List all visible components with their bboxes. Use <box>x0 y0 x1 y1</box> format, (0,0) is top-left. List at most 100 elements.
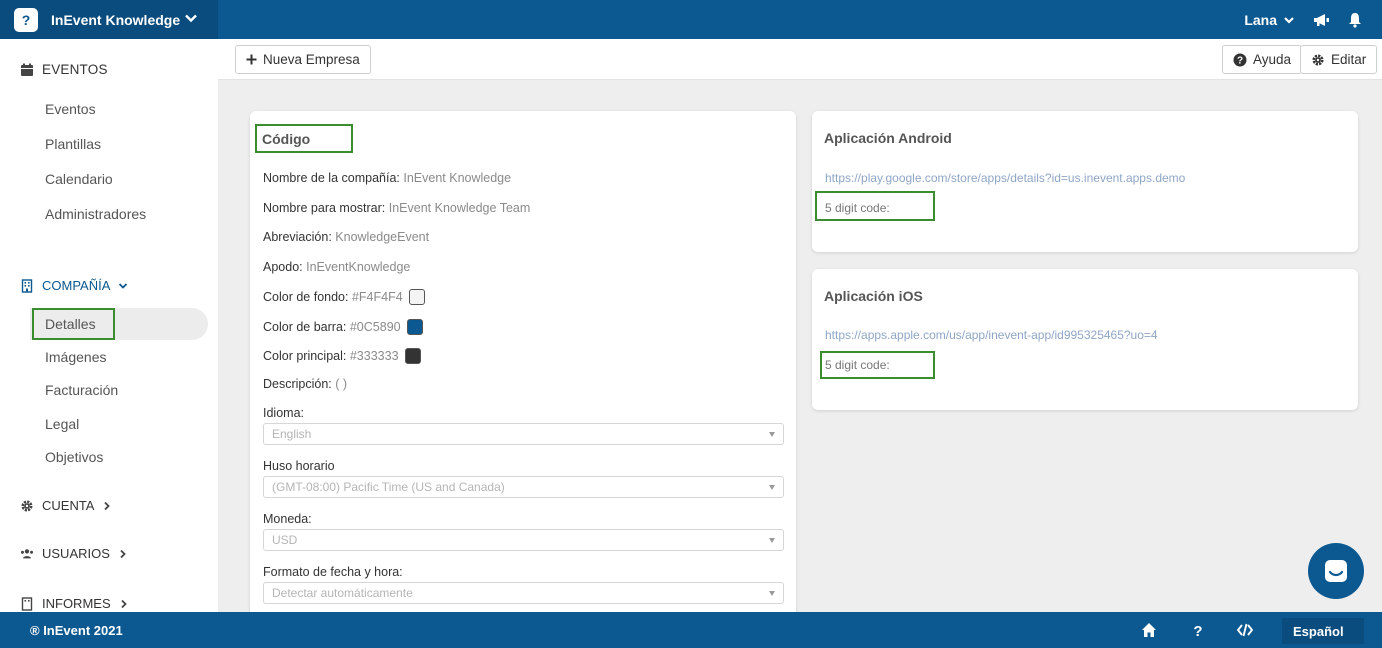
language-label: Español <box>1293 623 1344 639</box>
field-value: InEvent Knowledge Team <box>388 201 531 215</box>
code-icon[interactable] <box>1237 622 1253 638</box>
field-label: Descripción: <box>263 377 332 391</box>
chat-icon <box>1325 560 1347 582</box>
color-swatch <box>404 348 421 364</box>
sidebar-section-informes[interactable]: INFORMES <box>20 596 129 611</box>
field-value: KnowledgeEvent <box>335 230 430 244</box>
field-value: ( ) <box>335 377 348 391</box>
field-label: Apodo: <box>263 260 303 274</box>
field-nickname: Apodo: InEventKnowledge <box>263 260 410 274</box>
field-value: InEvent Knowledge <box>403 171 512 185</box>
sidebar-section-label: COMPAÑÍA <box>42 278 111 293</box>
building-icon <box>21 278 33 293</box>
sidebar-item-eventos[interactable]: Eventos <box>45 101 96 117</box>
app-switcher[interactable]: ? InEvent Knowledge <box>0 0 218 39</box>
sidebar-item-plantillas[interactable]: Plantillas <box>45 136 101 152</box>
language-select[interactable]: English <box>263 423 784 445</box>
chevron-down-icon <box>1284 16 1294 24</box>
field-main-color: Color principal: #333333 <box>263 348 421 364</box>
sidebar-item-imagenes[interactable]: Imágenes <box>45 349 106 365</box>
building-icon <box>21 596 33 611</box>
datetime-format-label: Formato de fecha y hora: <box>263 565 403 579</box>
sidebar-section-label: INFORMES <box>42 596 111 611</box>
field-value: #0C5890 <box>349 320 401 334</box>
sidebar-section-usuarios[interactable]: USUARIOS <box>20 546 128 561</box>
edit-button[interactable]: Editar <box>1300 45 1378 74</box>
sidebar-section-cuenta[interactable]: CUENTA <box>20 498 112 513</box>
ios-app-card: Aplicación iOS https://apps.apple.com/us… <box>812 269 1358 410</box>
chevron-down-icon[interactable] <box>184 11 198 25</box>
android-store-link[interactable]: https://play.google.com/store/apps/detai… <box>825 171 1185 185</box>
language-label: Idioma: <box>263 406 304 420</box>
field-label: Nombre de la compañía: <box>263 171 400 185</box>
android-app-card: Aplicación Android https://play.google.c… <box>812 111 1358 252</box>
field-bar-color: Color de barra: #0C5890 <box>263 319 423 335</box>
field-label: Color de barra: <box>263 320 347 334</box>
color-swatch <box>408 289 425 305</box>
ios-title: Aplicación iOS <box>824 288 923 304</box>
home-icon[interactable] <box>1141 622 1157 638</box>
field-description: Descripción: ( ) <box>263 377 347 391</box>
field-abbreviation: Abreviación: KnowledgeEvent <box>263 230 429 244</box>
sidebar-section-label: EVENTOS <box>42 62 108 77</box>
sidebar-item-administradores[interactable]: Administradores <box>45 206 146 222</box>
help-label: Ayuda <box>1253 52 1292 67</box>
field-label: Abreviación: <box>263 230 332 244</box>
select-value: Detectar automáticamente <box>272 586 413 600</box>
highlight-box <box>820 351 935 379</box>
bell-icon[interactable] <box>1348 12 1362 28</box>
user-menu[interactable]: Lana <box>1244 12 1295 28</box>
datetime-format-select[interactable]: Detectar automáticamente <box>263 582 784 604</box>
megaphone-icon[interactable] <box>1313 12 1330 28</box>
select-value: English <box>272 427 312 441</box>
sidebar-section-label: CUENTA <box>42 498 95 513</box>
timezone-select[interactable]: (GMT-08:00) Pacific Time (US and Canada) <box>263 476 784 498</box>
field-value: #333333 <box>349 349 399 363</box>
timezone-label: Huso horario <box>263 459 335 473</box>
field-value: InEventKnowledge <box>306 260 411 274</box>
new-company-label: Nueva Empresa <box>263 52 360 67</box>
field-company-name: Nombre de la compañía: InEvent Knowledge <box>263 171 511 185</box>
sidebar-item-facturacion[interactable]: Facturación <box>45 382 118 398</box>
toolbar: Nueva Empresa ? Ayuda Editar <box>218 39 1382 80</box>
chevron-right-icon <box>120 549 126 558</box>
app-name: InEvent Knowledge <box>51 11 181 28</box>
currency-select[interactable]: USD <box>263 529 784 551</box>
color-swatch <box>406 319 423 335</box>
field-background-color: Color de fondo: #F4F4F4 <box>263 289 425 305</box>
sidebar-item-legal[interactable]: Legal <box>45 416 79 432</box>
company-details-card: Código Nombre de la compañía: InEvent Kn… <box>250 111 796 631</box>
select-value: USD <box>272 533 298 547</box>
svg-text:?: ? <box>1237 55 1243 66</box>
select-value: (GMT-08:00) Pacific Time (US and Canada) <box>272 480 505 494</box>
chat-launcher-button[interactable] <box>1308 543 1364 599</box>
caret-down-icon <box>769 485 775 490</box>
highlight-box <box>32 308 115 340</box>
chevron-down-icon <box>119 282 128 289</box>
users-icon <box>20 548 34 558</box>
sidebar-section-label: USUARIOS <box>42 546 110 561</box>
field-display-name: Nombre para mostrar: InEvent Knowledge T… <box>263 201 530 215</box>
gear-icon <box>1312 54 1324 65</box>
language-switcher[interactable]: Español <box>1282 618 1364 644</box>
ios-store-link[interactable]: https://apps.apple.com/us/app/inevent-ap… <box>825 328 1158 342</box>
app-logo: ? <box>14 7 38 32</box>
chevron-right-icon <box>104 501 111 510</box>
sidebar-section-compania[interactable]: COMPAÑÍA <box>20 278 128 293</box>
svg-text:?: ? <box>1193 623 1202 638</box>
question-circle-icon: ? <box>1233 53 1247 66</box>
question-icon[interactable]: ? <box>1190 622 1206 638</box>
sidebar-item-objetivos[interactable]: Objetivos <box>45 449 103 465</box>
footer: ® InEvent 2021 ? Español <box>0 612 1382 648</box>
sidebar-item-calendario[interactable]: Calendario <box>45 171 113 187</box>
edit-label: Editar <box>1331 52 1367 67</box>
gear-icon <box>21 500 33 511</box>
new-company-button[interactable]: Nueva Empresa <box>235 45 371 74</box>
caret-down-icon <box>769 538 775 543</box>
sidebar: EVENTOS Eventos Plantillas Calendario Ad… <box>0 39 218 612</box>
field-value: #F4F4F4 <box>351 290 403 304</box>
sidebar-section-eventos[interactable]: EVENTOS <box>20 62 108 77</box>
chevron-right-icon <box>120 599 127 608</box>
highlight-box <box>815 191 935 221</box>
help-button[interactable]: ? Ayuda <box>1222 45 1303 74</box>
